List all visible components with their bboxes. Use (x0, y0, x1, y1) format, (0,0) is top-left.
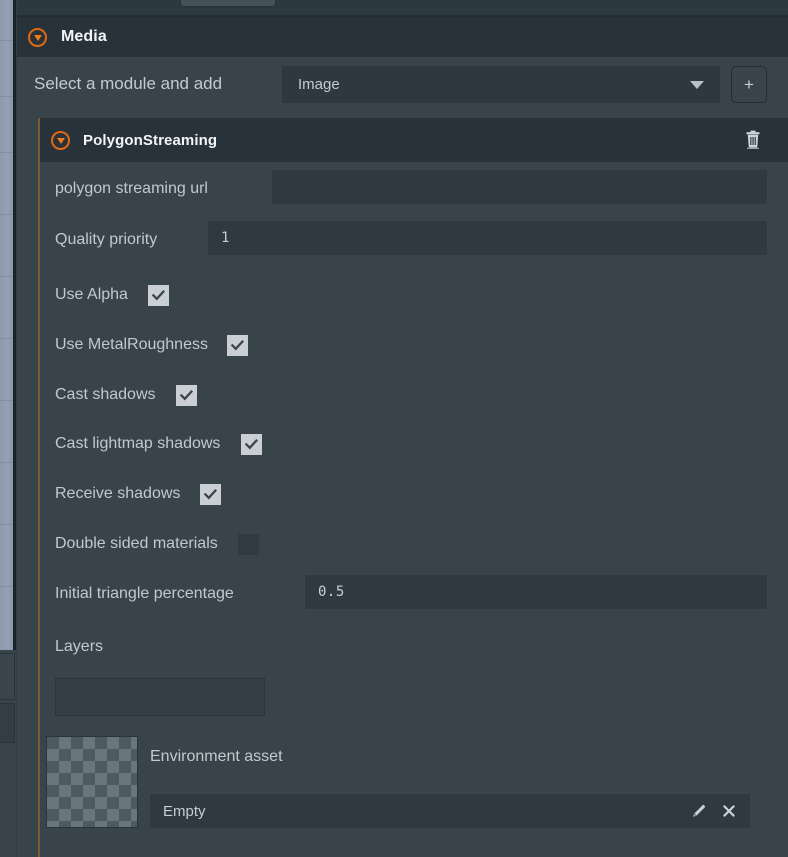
cast-shadows-checkbox[interactable] (175, 384, 197, 406)
property-row: Double sided materials (55, 527, 259, 561)
property-label: Use MetalRoughness (55, 336, 208, 353)
module-card-header[interactable]: PolygonStreaming (40, 118, 788, 162)
property-row: Quality priority (55, 223, 157, 257)
module-select-value: Image (298, 76, 340, 93)
panel-divider (16, 0, 17, 857)
quality-priority-input[interactable]: 1 (208, 221, 767, 255)
property-label: polygon streaming url (55, 180, 208, 197)
trash-icon[interactable] (742, 129, 764, 151)
property-label: Receive shadows (55, 485, 181, 502)
property-row: Use MetalRoughness (55, 328, 248, 362)
add-module-button[interactable]: + (731, 66, 767, 103)
environment-asset-label: Environment asset (150, 748, 283, 765)
clipped-button-above[interactable] (180, 0, 276, 7)
chevron-down-circle-icon[interactable] (51, 130, 70, 150)
property-row: polygon streaming url (55, 172, 208, 206)
property-row: Cast lightmap shadows (55, 427, 263, 461)
inspector-panel: Media Select a module and add Image + Po… (0, 0, 788, 857)
property-label: Cast lightmap shadows (55, 435, 221, 452)
module-card-title: PolygonStreaming (83, 131, 218, 149)
property-row: Cast shadows (55, 378, 197, 412)
background-lower-box-lower (0, 703, 15, 743)
polygonstreaming-module-card: PolygonStreaming polygon streaming url Q… (38, 118, 788, 857)
property-row: Receive shadows (55, 477, 222, 511)
double-sided-materials-checkbox[interactable] (237, 533, 259, 555)
property-row: Layers (55, 630, 103, 664)
property-label: Cast shadows (55, 386, 156, 403)
chevron-down-circle-icon[interactable] (28, 27, 47, 47)
transparent-checkerboard-thumbnail[interactable] (46, 736, 138, 828)
media-section-title: Media (61, 28, 107, 45)
close-icon[interactable] (714, 796, 744, 826)
property-row: Initial triangle percentage (55, 577, 234, 611)
receive-shadows-checkbox[interactable] (200, 483, 222, 505)
property-label: Initial triangle percentage (55, 585, 234, 602)
cast-lightmap-shadows-checkbox[interactable] (241, 433, 263, 455)
use-metalroughness-checkbox[interactable] (226, 334, 248, 356)
module-picker-row: Select a module and add Image + (17, 57, 788, 118)
upper-panel-remnant (17, 0, 788, 16)
media-section-header[interactable]: Media (17, 17, 788, 57)
property-label: Double sided materials (55, 535, 218, 552)
layers-list-box[interactable] (55, 678, 265, 716)
pencil-icon[interactable] (684, 796, 714, 826)
environment-asset-value: Empty (163, 802, 206, 820)
module-select-dropdown[interactable]: Image (282, 66, 720, 103)
polygon-streaming-url-input[interactable] (272, 170, 767, 204)
chevron-down-icon (690, 80, 704, 89)
background-panel-strip (0, 0, 14, 650)
module-picker-label: Select a module and add (34, 74, 223, 93)
property-label: Quality priority (55, 231, 158, 248)
use-alpha-checkbox[interactable] (147, 284, 169, 306)
property-label: Use Alpha (55, 286, 128, 303)
property-label: Layers (55, 638, 104, 655)
environment-asset-field[interactable]: Empty (150, 794, 750, 828)
property-row: Use Alpha (55, 278, 169, 312)
background-lower-box-upper (0, 653, 15, 700)
initial-triangle-percentage-input[interactable]: 0.5 (305, 575, 767, 609)
